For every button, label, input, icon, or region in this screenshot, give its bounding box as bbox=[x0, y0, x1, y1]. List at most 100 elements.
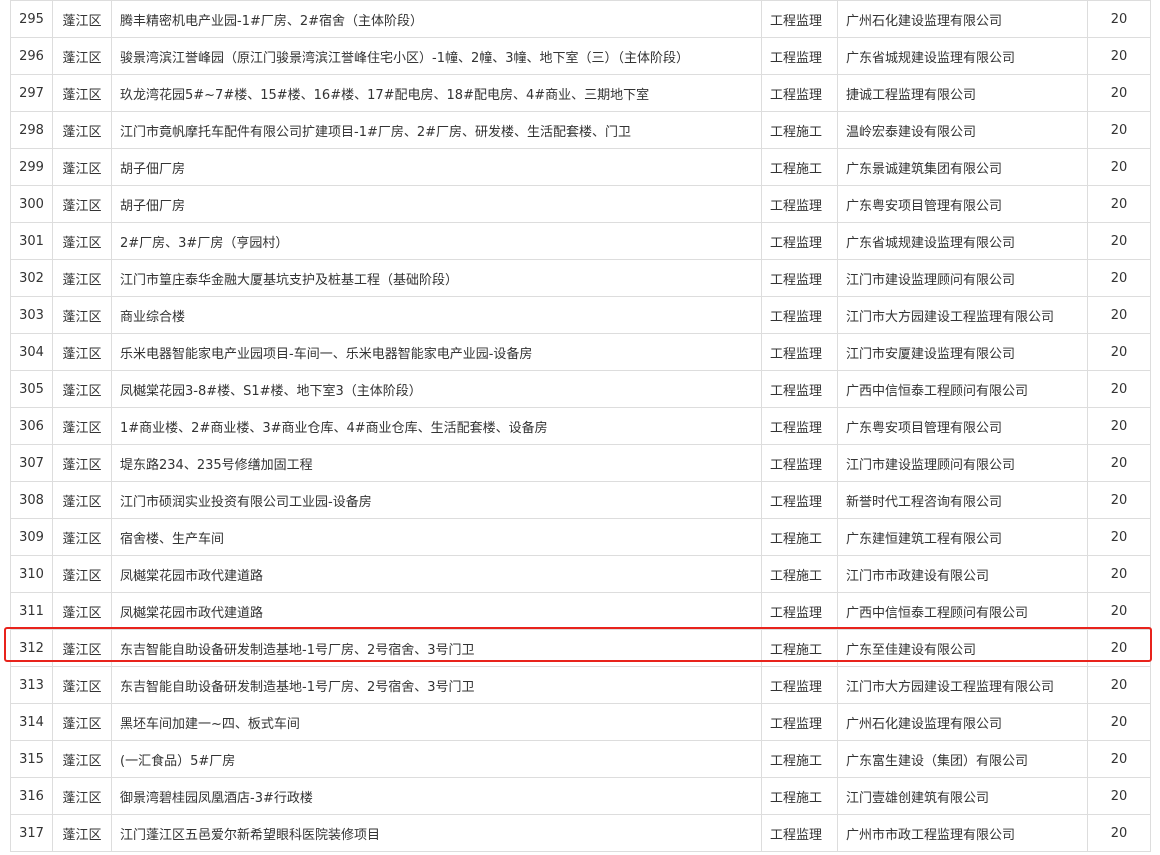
district-cell: 蓬江区 bbox=[52, 629, 112, 667]
table-row: 315 蓬江区 (一汇食品）5#厂房 工程施工 广东富生建设（集团）有限公司 20 bbox=[10, 740, 1151, 778]
table-row: 312 蓬江区 东吉智能自助设备研发制造基地-1号厂房、2号宿舍、3号门卫 工程施工广… bbox=[10, 629, 1151, 667]
district-cell: 蓬江区 bbox=[52, 370, 112, 408]
district-cell: 蓬江区 bbox=[52, 666, 112, 704]
table-row: 306 蓬江区 1#商业楼、2#商业楼、3#商业仓库、4#商业仓库、生活配套楼、设备… bbox=[10, 407, 1151, 445]
project-name-cell: 东吉智能自助设备研发制造基地-1号厂房、2号宿舍、3号门卫 bbox=[111, 666, 762, 704]
score-cell: 20 bbox=[1087, 259, 1151, 297]
score-cell: 20 bbox=[1087, 777, 1151, 815]
district-cell: 蓬江区 bbox=[52, 37, 112, 75]
project-score-table: 295 蓬江区 腾丰精密机电产业园-1#厂房、2#宿舍（主体阶段） 工程监理 广州石化建… bbox=[10, 0, 1151, 852]
district-cell: 蓬江区 bbox=[52, 259, 112, 297]
work-type-cell: 工程监理 bbox=[761, 259, 838, 297]
work-type-cell: 工程监理 bbox=[761, 37, 838, 75]
project-name-cell: 凤樾棠花园3-8#楼、S1#楼、地下室3（主体阶段） bbox=[111, 370, 762, 408]
district-cell: 蓬江区 bbox=[52, 740, 112, 778]
work-type-cell: 工程施工 bbox=[761, 148, 838, 186]
score-cell: 20 bbox=[1087, 592, 1151, 630]
table-row: 297 蓬江区 玖龙湾花园5#~7#楼、15#楼、16#楼、17#配电房、18#配电… bbox=[10, 74, 1151, 112]
project-name-cell: 1#商业楼、2#商业楼、3#商业仓库、4#商业仓库、生活配套楼、设备房 bbox=[111, 407, 762, 445]
company-cell: 广西中信恒泰工程顾问有限公司 bbox=[837, 370, 1088, 408]
company-cell: 广东省城规建设监理有限公司 bbox=[837, 222, 1088, 260]
project-name-cell: 乐米电器智能家电产业园项目-车间一、乐米电器智能家电产业园-设备房 bbox=[111, 333, 762, 371]
district-cell: 蓬江区 bbox=[52, 814, 112, 852]
score-cell: 20 bbox=[1087, 333, 1151, 371]
district-cell: 蓬江区 bbox=[52, 222, 112, 260]
company-cell: 江门壹雄创建筑有限公司 bbox=[837, 777, 1088, 815]
company-cell: 广东富生建设（集团）有限公司 bbox=[837, 740, 1088, 778]
row-number-cell: 315 bbox=[10, 740, 53, 778]
row-number-cell: 306 bbox=[10, 407, 53, 445]
table-row: 313 蓬江区 东吉智能自助设备研发制造基地-1号厂房、2号宿舍、3号门卫 工程监理江… bbox=[10, 666, 1151, 704]
row-number-cell: 300 bbox=[10, 185, 53, 223]
table-row: 304 蓬江区 乐米电器智能家电产业园项目-车间一、乐米电器智能家电产业园-设备房工… bbox=[10, 333, 1151, 371]
score-cell: 20 bbox=[1087, 37, 1151, 75]
district-cell: 蓬江区 bbox=[52, 777, 112, 815]
project-name-cell: 黑坯车间加建一~四、板式车间 bbox=[111, 703, 762, 741]
table-row: 296 蓬江区 骏景湾滨江誉峰园（原江门骏景湾滨江誉峰住宅小区）-1幢、2幢、3幢、… bbox=[10, 37, 1151, 75]
work-type-cell: 工程施工 bbox=[761, 777, 838, 815]
work-type-cell: 工程施工 bbox=[761, 555, 838, 593]
district-cell: 蓬江区 bbox=[52, 148, 112, 186]
company-cell: 江门市市政建设有限公司 bbox=[837, 555, 1088, 593]
project-name-cell: 腾丰精密机电产业园-1#厂房、2#宿舍（主体阶段） bbox=[111, 0, 762, 38]
project-name-cell: 骏景湾滨江誉峰园（原江门骏景湾滨江誉峰住宅小区）-1幢、2幢、3幢、地下室（三）… bbox=[111, 37, 762, 75]
table-body: 295 蓬江区 腾丰精密机电产业园-1#厂房、2#宿舍（主体阶段） 工程监理 广州石化建… bbox=[10, 0, 1151, 852]
company-cell: 江门市大方园建设工程监理有限公司 bbox=[837, 296, 1088, 334]
table-row: 311 蓬江区 凤樾棠花园市政代建道路 工程监理 广西中信恒泰工程顾问有限公司 20 bbox=[10, 592, 1151, 630]
project-name-cell: 胡子佃厂房 bbox=[111, 148, 762, 186]
district-cell: 蓬江区 bbox=[52, 703, 112, 741]
district-cell: 蓬江区 bbox=[52, 481, 112, 519]
project-name-cell: 御景湾碧桂园凤凰酒店-3#行政楼 bbox=[111, 777, 762, 815]
work-type-cell: 工程监理 bbox=[761, 222, 838, 260]
row-number-cell: 308 bbox=[10, 481, 53, 519]
district-cell: 蓬江区 bbox=[52, 111, 112, 149]
work-type-cell: 工程监理 bbox=[761, 666, 838, 704]
company-cell: 广州石化建设监理有限公司 bbox=[837, 0, 1088, 38]
company-cell: 广州石化建设监理有限公司 bbox=[837, 703, 1088, 741]
table-row: 314 蓬江区 黑坯车间加建一~四、板式车间 工程监理 广州石化建设监理有限公司 20 bbox=[10, 703, 1151, 741]
company-cell: 捷诚工程监理有限公司 bbox=[837, 74, 1088, 112]
company-cell: 广东粤安项目管理有限公司 bbox=[837, 185, 1088, 223]
row-number-cell: 316 bbox=[10, 777, 53, 815]
table-row: 309 蓬江区 宿舍楼、生产车间 工程施工 广东建恒建筑工程有限公司 20 bbox=[10, 518, 1151, 556]
project-name-cell: 凤樾棠花园市政代建道路 bbox=[111, 555, 762, 593]
row-number-cell: 298 bbox=[10, 111, 53, 149]
work-type-cell: 工程监理 bbox=[761, 444, 838, 482]
row-number-cell: 314 bbox=[10, 703, 53, 741]
score-cell: 20 bbox=[1087, 74, 1151, 112]
score-cell: 20 bbox=[1087, 814, 1151, 852]
row-number-cell: 302 bbox=[10, 259, 53, 297]
score-cell: 20 bbox=[1087, 518, 1151, 556]
district-cell: 蓬江区 bbox=[52, 407, 112, 445]
district-cell: 蓬江区 bbox=[52, 296, 112, 334]
row-number-cell: 311 bbox=[10, 592, 53, 630]
table-row: 295 蓬江区 腾丰精密机电产业园-1#厂房、2#宿舍（主体阶段） 工程监理 广州石化建… bbox=[10, 0, 1151, 38]
score-cell: 20 bbox=[1087, 666, 1151, 704]
project-name-cell: 江门市硕润实业投资有限公司工业园-设备房 bbox=[111, 481, 762, 519]
row-number-cell: 310 bbox=[10, 555, 53, 593]
row-number-cell: 297 bbox=[10, 74, 53, 112]
project-name-cell: 江门市篁庄泰华金融大厦基坑支护及桩基工程（基础阶段） bbox=[111, 259, 762, 297]
table-row: 310 蓬江区 凤樾棠花园市政代建道路 工程施工 江门市市政建设有限公司 20 bbox=[10, 555, 1151, 593]
work-type-cell: 工程监理 bbox=[761, 370, 838, 408]
work-type-cell: 工程监理 bbox=[761, 814, 838, 852]
company-cell: 温岭宏泰建设有限公司 bbox=[837, 111, 1088, 149]
table-row: 303 蓬江区 商业综合楼 工程监理 江门市大方园建设工程监理有限公司 20 bbox=[10, 296, 1151, 334]
work-type-cell: 工程监理 bbox=[761, 703, 838, 741]
project-name-cell: 江门市竟帆摩托车配件有限公司扩建项目-1#厂房、2#厂房、研发楼、生活配套楼、门… bbox=[111, 111, 762, 149]
row-number-cell: 296 bbox=[10, 37, 53, 75]
row-number-cell: 317 bbox=[10, 814, 53, 852]
project-name-cell: (一汇食品）5#厂房 bbox=[111, 740, 762, 778]
company-cell: 江门市建设监理顾问有限公司 bbox=[837, 444, 1088, 482]
district-cell: 蓬江区 bbox=[52, 0, 112, 38]
work-type-cell: 工程监理 bbox=[761, 333, 838, 371]
score-cell: 20 bbox=[1087, 740, 1151, 778]
row-number-cell: 295 bbox=[10, 0, 53, 38]
table-row: 316 蓬江区 御景湾碧桂园凤凰酒店-3#行政楼 工程施工 江门壹雄创建筑有限公司 20 bbox=[10, 777, 1151, 815]
table-row: 317 蓬江区 江门蓬江区五邑爱尔新希望眼科医院装修项目 工程监理 广州市市政工程监理有… bbox=[10, 814, 1151, 852]
company-cell: 广东建恒建筑工程有限公司 bbox=[837, 518, 1088, 556]
row-number-cell: 303 bbox=[10, 296, 53, 334]
work-type-cell: 工程监理 bbox=[761, 0, 838, 38]
project-name-cell: 胡子佃厂房 bbox=[111, 185, 762, 223]
district-cell: 蓬江区 bbox=[52, 555, 112, 593]
